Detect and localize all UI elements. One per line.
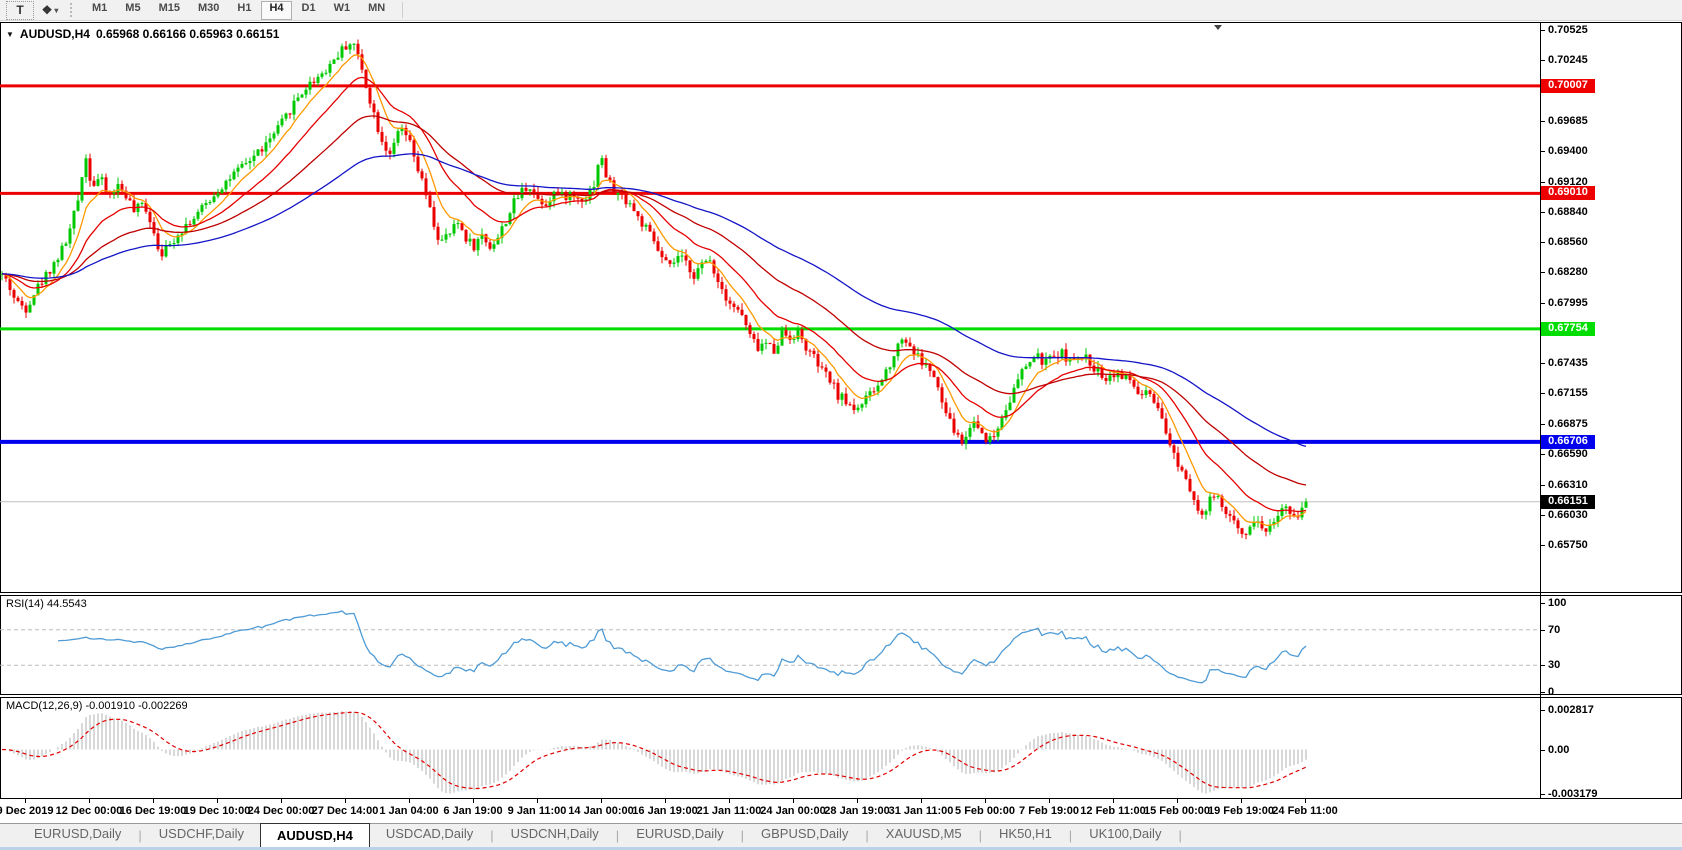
time-tick-label: 21 Jan 11:00 — [697, 805, 762, 817]
timeframe-button-m1[interactable]: M1 — [84, 1, 115, 20]
candles[interactable] — [1, 40, 1308, 540]
time-tick-mark — [281, 799, 282, 803]
text-tool-icon: T — [16, 3, 23, 17]
plot-right-border — [1540, 22, 1541, 799]
time-tick-mark — [153, 799, 154, 803]
time-tick-mark — [537, 799, 538, 803]
time-tick-label: 27 Dec 14:00 — [312, 805, 379, 817]
horizontal-levels[interactable] — [0, 86, 1540, 502]
chart-tab-usdcnh-daily[interactable]: USDCNH,Daily — [495, 826, 615, 847]
time-tick-label: 24 Feb 11:00 — [1272, 805, 1337, 817]
chart-canvas[interactable] — [0, 22, 1541, 799]
time-tick-label: 14 Jan 00:00 — [568, 805, 633, 817]
time-tick-label: 28 Jan 19:00 — [824, 805, 889, 817]
chart-tab-bar: EURUSD,Daily | USDCHF,DailyAUDUSD,H4USDCAD… — [0, 823, 1682, 847]
rsi-plot[interactable] — [0, 611, 1540, 683]
time-tick-label: 6 Jan 19:00 — [443, 805, 502, 817]
timeframe-button-d1[interactable]: D1 — [294, 1, 324, 20]
rsi-line — [58, 611, 1306, 683]
time-tick-label: 16 Dec 19:00 — [120, 805, 187, 817]
ma-long-line[interactable] — [2, 154, 1306, 447]
time-tick-mark — [1177, 799, 1178, 803]
time-tick-mark — [345, 799, 346, 803]
time-tick-mark — [1113, 799, 1114, 803]
time-tick-mark — [921, 799, 922, 803]
chart-tab-audusd-h4[interactable]: AUDUSD,H4 — [260, 823, 370, 847]
timeframe-button-m5[interactable]: M5 — [117, 1, 148, 20]
time-tick-label: 7 Feb 19:00 — [1019, 805, 1079, 817]
timeframe-button-m30[interactable]: M30 — [190, 1, 227, 20]
time-tick-label: 12 Feb 11:00 — [1080, 805, 1145, 817]
time-tick-label: 1 Jan 04:00 — [379, 805, 438, 817]
time-tick-mark — [1049, 799, 1050, 803]
chart-tab-usdchf-daily[interactable]: USDCHF,Daily — [143, 826, 260, 847]
toolbar: T ❖ ▾ M1M5M15M30H1H4D1W1MN — [0, 0, 1682, 21]
time-tick-mark — [985, 799, 986, 803]
tab-separator: | — [1177, 828, 1182, 843]
time-tick-label: 9 Jan 11:00 — [508, 805, 567, 817]
ma-mid-line[interactable] — [2, 77, 1306, 511]
time-tick-label: 5 Feb 00:00 — [955, 805, 1015, 817]
dropdown-caret-icon: ▾ — [54, 6, 58, 15]
timeframe-group: M1M5M15M30H1H4D1W1MN — [83, 1, 394, 20]
time-tick-label: 19 Dec 10:00 — [184, 805, 251, 817]
chart-tab-gbpusd-daily[interactable]: GBPUSD,Daily — [745, 826, 864, 847]
arrange-charts-button[interactable]: ❖ ▾ — [36, 1, 64, 20]
time-tick-label: 19 Feb 19:00 — [1208, 805, 1274, 817]
timeframe-button-mn[interactable]: MN — [360, 1, 393, 20]
time-tick-label: 24 Jan 00:00 — [760, 805, 825, 817]
time-tick-mark — [1241, 799, 1242, 803]
toolbar-grip[interactable] — [70, 3, 76, 17]
time-tick-mark — [89, 799, 90, 803]
time-tick-mark — [217, 799, 218, 803]
time-tick-label: 12 Dec 00:00 — [56, 805, 123, 817]
time-tick-label: 16 Jan 19:00 — [632, 805, 697, 817]
chart-tab-hk50-h1[interactable]: HK50,H1 — [983, 826, 1068, 847]
macd-histogram[interactable] — [2, 711, 1306, 793]
time-tick-mark — [857, 799, 858, 803]
toolbar-separator — [402, 2, 403, 18]
chart-tab-usdcad-daily[interactable]: USDCAD,Daily — [370, 826, 489, 847]
chart-tab-uk100-daily[interactable]: UK100,Daily — [1073, 826, 1177, 847]
chart-tab-eurusd-daily[interactable]: EURUSD,Daily — [18, 826, 137, 847]
moving-averages — [2, 55, 1306, 525]
time-tick-mark — [1305, 799, 1306, 803]
timeframe-button-h4[interactable]: H4 — [261, 1, 291, 20]
time-tick-mark — [473, 799, 474, 803]
time-tick-label: 15 Feb 00:00 — [1144, 805, 1210, 817]
time-tick-label: 9 Dec 2019 — [0, 805, 53, 817]
arrange-charts-icon: ❖ — [42, 3, 53, 17]
time-tick-mark — [601, 799, 602, 803]
timeframe-button-m15[interactable]: M15 — [151, 1, 188, 20]
timeframe-button-h1[interactable]: H1 — [229, 1, 259, 20]
time-tick-mark — [25, 799, 26, 803]
time-tick-mark — [793, 799, 794, 803]
timeframe-button-w1[interactable]: W1 — [326, 1, 359, 20]
ma-fast-line[interactable] — [2, 55, 1306, 525]
time-tick-label: 24 Dec 00:00 — [248, 805, 315, 817]
time-tick-mark — [729, 799, 730, 803]
chart-tab-eurusd-daily[interactable]: EURUSD,Daily — [620, 826, 739, 847]
text-label-tool-button[interactable]: T — [6, 1, 34, 20]
ma-slow-line[interactable] — [2, 116, 1306, 485]
chart-tab-xauusd-m5[interactable]: XAUUSD,M5 — [870, 826, 978, 847]
time-tick-label: 31 Jan 11:00 — [889, 805, 954, 817]
time-tick-mark — [409, 799, 410, 803]
time-tick-mark — [665, 799, 666, 803]
